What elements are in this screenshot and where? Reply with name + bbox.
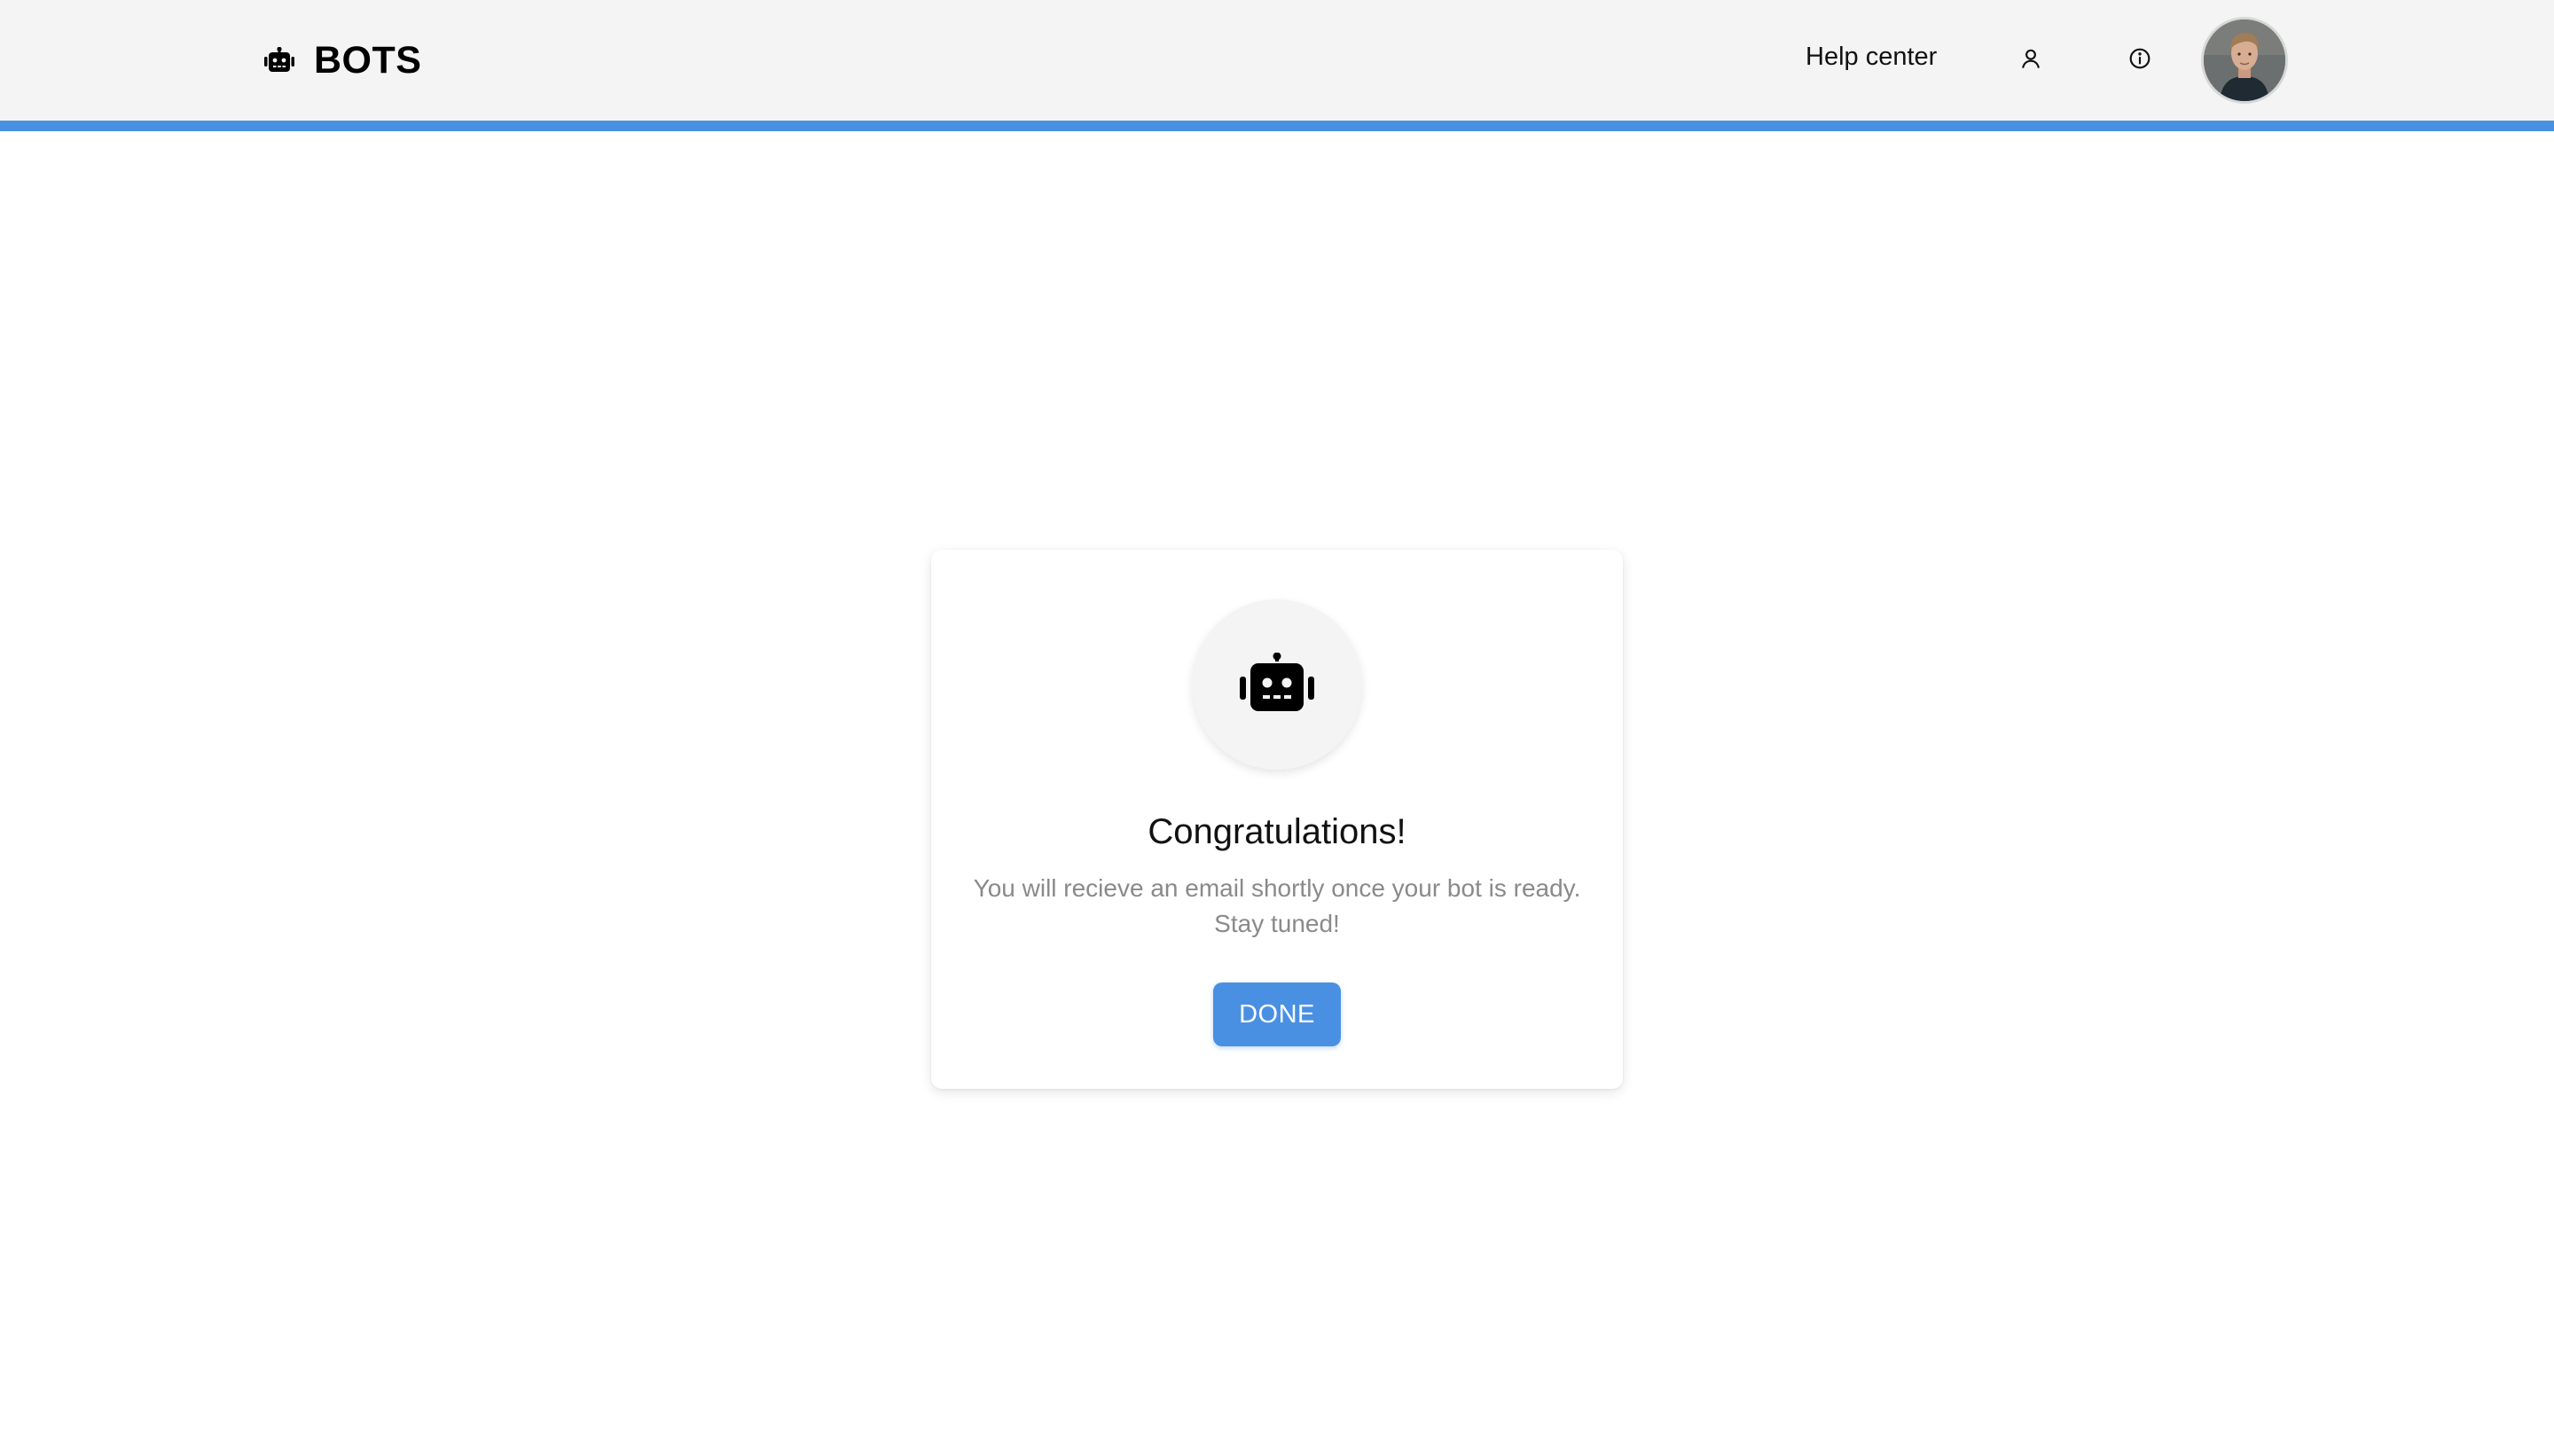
- info-icon: [2128, 47, 2151, 74]
- robot-icon: [1240, 652, 1314, 717]
- help-center-link[interactable]: Help center: [1806, 43, 1937, 72]
- bot-avatar-circle: [1192, 599, 1362, 770]
- done-button[interactable]: DONE: [1213, 982, 1341, 1046]
- confirmation-message: You will recieve an email shortly once y…: [931, 871, 1623, 942]
- progress-bar-fill: [0, 121, 2554, 131]
- brand-logo[interactable]: BOTS: [264, 34, 421, 87]
- info-button[interactable]: [2119, 39, 2161, 82]
- avatar[interactable]: [2204, 20, 2285, 101]
- user-icon: [2019, 47, 2042, 74]
- confirmation-message-line2: Stay tuned!: [1214, 910, 1340, 937]
- confirmation-card: Congratulations! You will recieve an ema…: [931, 550, 1623, 1089]
- robot-icon: [264, 47, 294, 74]
- confirmation-message-line1: You will recieve an email shortly once y…: [973, 874, 1581, 902]
- progress-bar: [0, 121, 2554, 131]
- congratulations-title: Congratulations!: [1148, 812, 1406, 851]
- brand-name: BOTS: [314, 38, 422, 82]
- top-navbar: BOTS Help center: [0, 0, 2554, 121]
- user-button[interactable]: [2010, 39, 2052, 82]
